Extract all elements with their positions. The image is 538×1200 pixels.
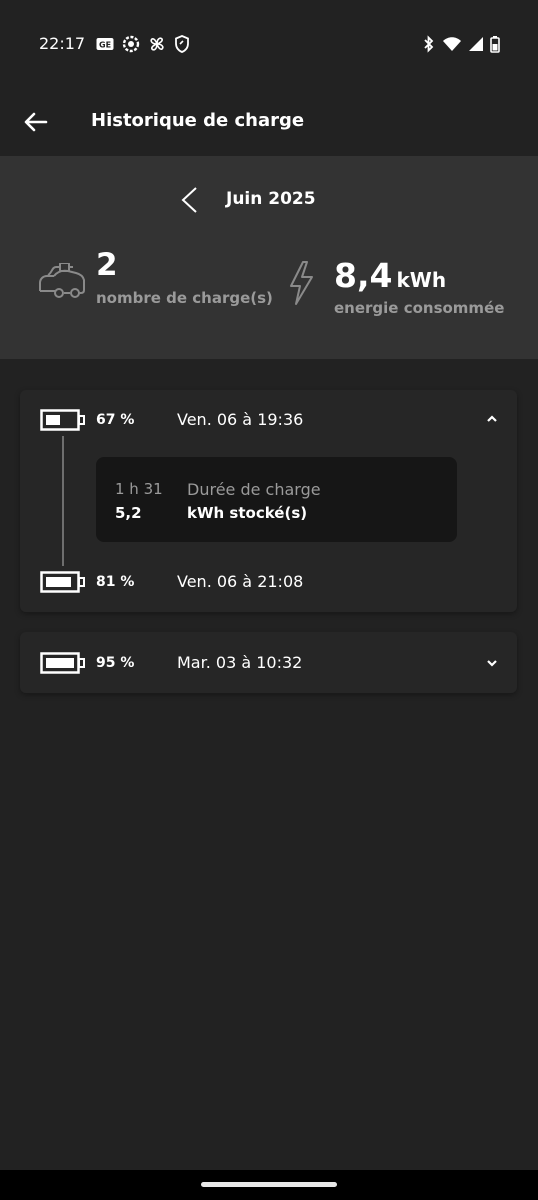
charge-duration-label: Durée de charge: [187, 480, 321, 499]
lightning-icon: [290, 261, 313, 305]
charge-count-label: nombre de charge(s): [96, 289, 273, 307]
system-icons: [422, 35, 500, 53]
status-bar: 22:17 GE: [0, 0, 538, 88]
energy-consumed: 8,4 kWh: [334, 256, 446, 295]
energy-unit: kWh: [396, 268, 447, 292]
start-datetime: Mar. 03 à 10:32: [177, 653, 303, 672]
session-timeline: [62, 436, 64, 566]
page-title: Historique de charge: [91, 110, 305, 131]
end-datetime: Ven. 06 à 21:08: [177, 572, 304, 591]
battery-level-icon: [40, 409, 85, 431]
app-bar: Historique de charge: [0, 88, 538, 156]
arrow-left-icon: [24, 112, 48, 132]
status-time: 22:17: [39, 34, 86, 53]
app-ge-icon: GE: [96, 38, 114, 50]
previous-month-button[interactable]: [178, 186, 200, 214]
chevron-up-icon[interactable]: [486, 414, 498, 424]
gear-badge-icon: [122, 35, 140, 53]
session-details: 1 h 31 Durée de charge 5,2 kWh stocké(s): [96, 457, 457, 542]
start-battery-percent: 67 %: [96, 412, 135, 428]
pinwheel-icon: [150, 37, 164, 51]
start-battery-percent: 95 %: [96, 655, 135, 671]
energy-consumed-label: energie consommée: [334, 299, 505, 317]
battery-icon: [490, 35, 500, 53]
battery-level-icon: [40, 571, 85, 593]
start-datetime: Ven. 06 à 19:36: [177, 410, 304, 429]
signal-icon: [469, 37, 483, 51]
car-charging-icon: [39, 263, 85, 298]
back-button[interactable]: [22, 108, 50, 136]
chevron-down-icon[interactable]: [486, 658, 498, 668]
system-navigation-bar: [0, 1170, 538, 1200]
charge-session-card[interactable]: 67 % Ven. 06 à 19:36 1 h 31 Durée de cha…: [20, 390, 517, 612]
charge-duration: 1 h 31: [115, 480, 163, 498]
chevron-left-icon: [181, 187, 197, 213]
charge-session-card[interactable]: 95 % Mar. 03 à 10:32: [20, 632, 517, 693]
energy-stored: 5,2: [115, 504, 142, 522]
month-label: Juin 2025: [226, 189, 316, 209]
battery-level-icon: [40, 652, 85, 674]
shield-icon: [175, 35, 189, 53]
notification-icons: GE: [96, 35, 190, 53]
wifi-icon: [443, 37, 461, 51]
energy-stored-label: kWh stocké(s): [187, 504, 308, 522]
month-summary: Juin 2025 2 nombre de charge(s) 8,4 kWh e…: [0, 156, 538, 359]
energy-value: 8,4: [334, 256, 393, 295]
home-gesture-handle[interactable]: [201, 1182, 337, 1187]
bluetooth-icon: [424, 35, 434, 53]
charge-count: 2: [96, 247, 118, 283]
svg-text:GE: GE: [99, 41, 111, 50]
end-battery-percent: 81 %: [96, 574, 135, 590]
